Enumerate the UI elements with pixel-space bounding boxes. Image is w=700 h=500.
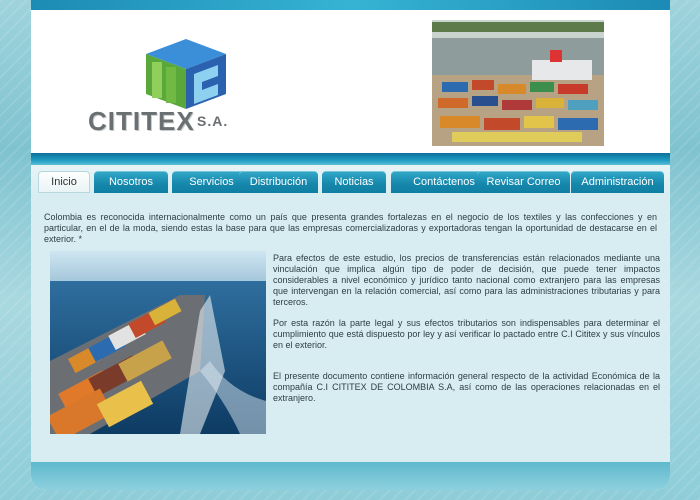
header-band <box>31 153 670 165</box>
top-strip <box>31 0 670 10</box>
paragraph-legal: Por esta razón la parte legal y sus efec… <box>273 318 660 350</box>
tab-administracion[interactable]: Administración <box>571 171 664 193</box>
company-suffix: S.A. <box>197 113 229 129</box>
paragraph-transfer-prices: Para efectos de este estudio, los precio… <box>273 253 660 307</box>
paragraph-document-info: El presente documento contiene informaci… <box>273 371 660 403</box>
intro-text: Colombia es reconocida internacionalment… <box>44 212 657 244</box>
footer-bar <box>31 462 670 490</box>
page-container: CITITEX S.A. Inicio Nosotros Servicios D… <box>31 0 670 490</box>
tab-noticias[interactable]: Noticias <box>322 171 386 193</box>
port-containers-image <box>432 20 604 146</box>
tab-revisar-correo[interactable]: Revisar Correo <box>477 171 570 193</box>
tab-inicio[interactable]: Inicio <box>38 171 90 193</box>
cargo-ship-image <box>50 251 266 434</box>
header: CITITEX S.A. <box>31 10 670 153</box>
tab-distribucion[interactable]: Distribución <box>239 171 318 193</box>
tab-nosotros[interactable]: Nosotros <box>94 171 168 193</box>
main-navigation: Inicio Nosotros Servicios Distribución N… <box>31 165 670 195</box>
main-content: Colombia es reconocida internacionalment… <box>31 195 670 465</box>
company-name: CITITEX <box>88 106 195 136</box>
